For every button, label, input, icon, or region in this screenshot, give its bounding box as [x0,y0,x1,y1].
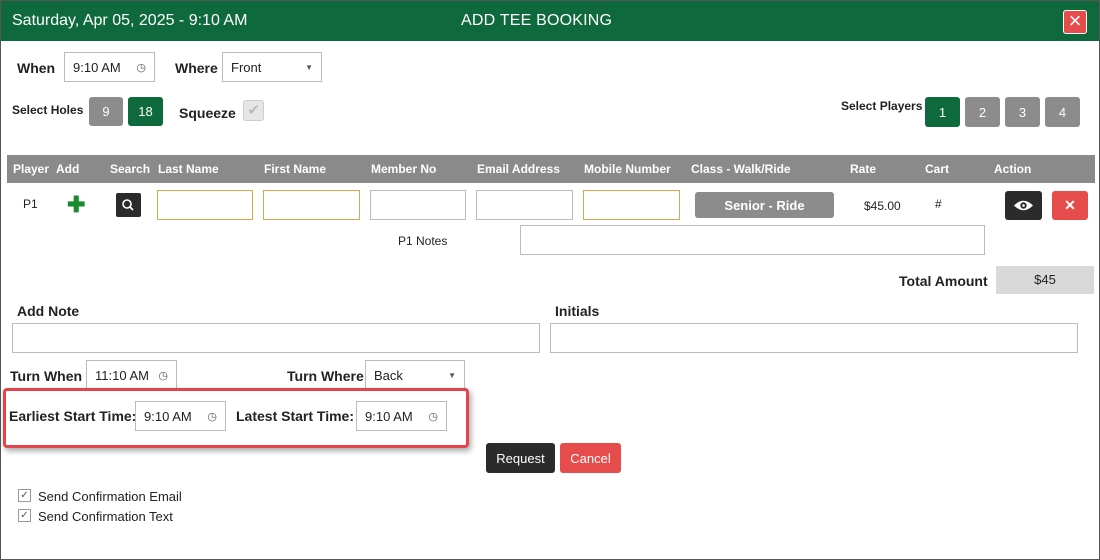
p1-notes-label: P1 Notes [398,234,448,248]
players-3-label: 3 [1018,104,1027,120]
caret-down-icon: ▼ [448,370,456,380]
players-table-header: Player Add Search Last Name First Name M… [7,155,1095,183]
players-2-label: 2 [978,104,987,120]
col-mobile: Mobile Number [584,162,671,176]
clock-icon: ◷ [207,410,217,423]
where-label: Where [175,60,218,76]
col-action: Action [994,162,1032,176]
close-icon: × [1068,8,1082,33]
confirm-email-checkbox[interactable]: ✓ [18,489,31,502]
modal-title: ADD TEE BOOKING [461,12,613,29]
players-1-button[interactable]: 1 [925,97,960,127]
turn-where-label: Turn Where [287,368,364,384]
view-button[interactable] [1005,191,1042,220]
players-4-button[interactable]: 4 [1045,97,1080,127]
add-note-input[interactable] [12,323,540,353]
eye-icon [1014,200,1033,211]
squeeze-label: Squeeze [179,105,236,121]
delete-button[interactable]: ✕ [1052,191,1088,220]
mobile-input[interactable] [583,190,680,220]
confirm-email-label: Send Confirmation Email [38,489,182,504]
earliest-start-value: 9:10 AM [144,408,192,424]
col-player: Player [13,162,50,176]
latest-start-value: 9:10 AM [365,408,413,424]
add-note-label: Add Note [17,303,80,319]
turn-where-select[interactable]: Back ▼ [365,360,465,390]
confirm-text-checkbox[interactable]: ✓ [18,509,31,522]
col-email: Email Address [477,162,560,176]
where-value: Front [231,59,262,75]
check-icon: ✔ [247,102,260,119]
class-button-label: Senior - Ride [724,197,805,213]
col-first-name: First Name [264,162,327,176]
first-name-input[interactable] [263,190,360,220]
col-rate: Rate [850,162,877,176]
select-holes-label: Select Holes [12,103,84,117]
cancel-button[interactable]: Cancel [560,443,621,473]
turn-where-value: Back [374,367,403,383]
when-time-input[interactable]: 9:10 AM ◷ [64,52,155,82]
when-value: 9:10 AM [73,59,121,75]
holes-18-label: 18 [138,104,153,119]
latest-start-input[interactable]: 9:10 AM ◷ [356,401,447,431]
member-no-input[interactable] [370,190,466,220]
caret-down-icon: ▼ [305,62,313,72]
search-button[interactable] [116,193,141,217]
where-select[interactable]: Front ▼ [222,52,322,82]
tee-booking-modal: Saturday, Apr 05, 2025 - 9:10 AM ADD TEE… [0,0,1100,560]
players-2-button[interactable]: 2 [965,97,1000,127]
players-3-button[interactable]: 3 [1005,97,1040,127]
initials-input[interactable] [550,323,1078,353]
col-member-no: Member No [371,162,437,176]
col-cart: Cart [925,162,950,176]
earliest-start-input[interactable]: 9:10 AM ◷ [135,401,226,431]
turn-when-value: 11:10 AM [95,367,149,383]
confirm-text-label: Send Confirmation Text [38,509,173,524]
holes-9-label: 9 [102,104,110,119]
col-search: Search [110,162,151,176]
holes-18-button[interactable]: 18 [128,97,163,126]
clock-icon: ◷ [136,61,146,74]
plus-icon[interactable]: ✚ [67,194,85,216]
request-label: Request [496,450,545,466]
class-walk-ride-button[interactable]: Senior - Ride [695,192,834,218]
squeeze-checkbox[interactable]: ✔ [243,100,264,121]
close-button[interactable]: × [1063,10,1087,34]
email-input[interactable] [476,190,573,220]
p1-notes-input[interactable] [520,225,985,255]
check-icon: ✓ [20,510,29,521]
select-players-label: Select Players [841,99,923,113]
initials-label: Initials [555,303,600,319]
cart-value: # [935,197,942,211]
search-icon [122,199,134,211]
last-name-input[interactable] [157,190,253,220]
clock-icon: ◷ [428,410,438,423]
turn-when-input[interactable]: 11:10 AM ◷ [86,360,177,390]
when-label: When [17,60,56,76]
latest-start-label: Latest Start Time: [236,408,354,424]
col-add: Add [56,162,80,176]
player-id: P1 [23,197,38,211]
turn-when-label: Turn When [10,368,83,384]
clock-icon: ◷ [158,369,168,382]
col-class: Class - Walk/Ride [691,162,791,176]
col-last-name: Last Name [158,162,219,176]
holes-9-button[interactable]: 9 [89,97,123,126]
players-1-label: 1 [938,104,947,120]
total-amount-value: $45 [996,266,1094,294]
header-datetime: Saturday, Apr 05, 2025 - 9:10 AM [12,12,248,29]
total-amount-label: Total Amount [899,273,988,289]
check-icon: ✓ [20,490,29,501]
players-4-label: 4 [1058,104,1067,120]
delete-icon: ✕ [1064,197,1076,213]
request-button[interactable]: Request [486,443,555,473]
rate-value: $45.00 [864,199,901,213]
earliest-start-label: Earliest Start Time: [9,408,137,424]
modal-header: Saturday, Apr 05, 2025 - 9:10 AM ADD TEE… [1,1,1099,41]
cancel-label: Cancel [570,450,611,466]
